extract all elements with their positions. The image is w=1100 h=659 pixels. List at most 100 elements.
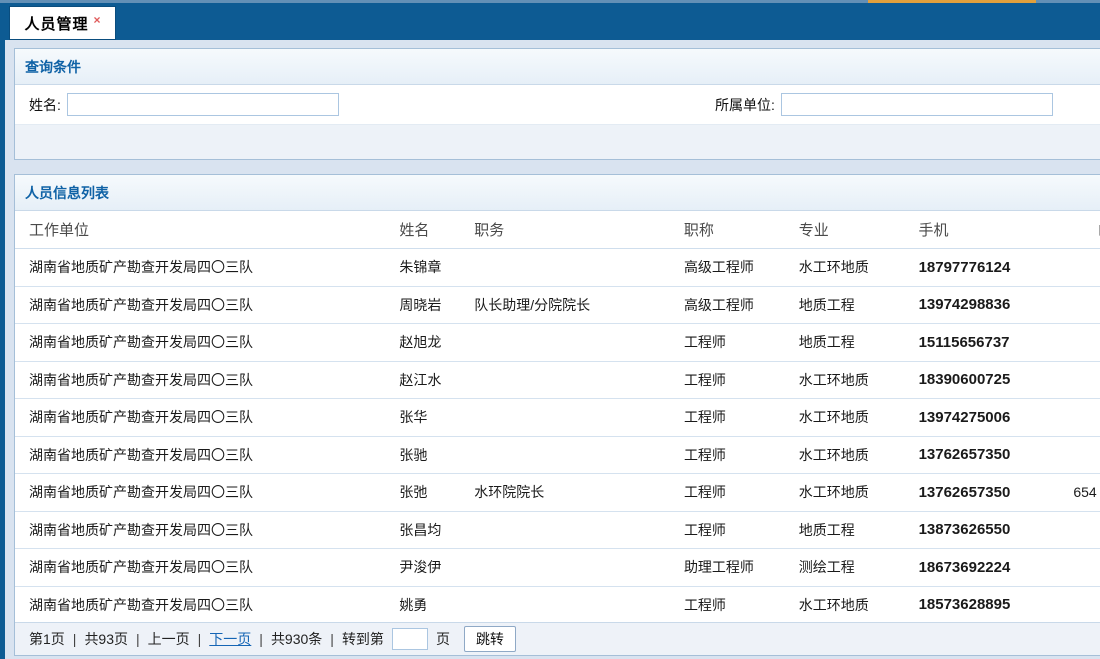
table-header-row: 工作单位姓名职务职称专业手机邮箱 [15,211,1100,249]
cell-phone: 18673692224 [919,559,1074,576]
cell-unit: 湖南省地质矿产勘查开发局四〇三队 [15,520,399,540]
current-page: 第1页 [29,629,65,649]
table-row[interactable]: 湖南省地质矿产勘查开发局四〇三队尹浚伊 助理工程师测绘工程18673692224 [15,549,1100,587]
cell-name: 周晓岩 [399,295,474,315]
cell-major: 地质工程 [799,332,919,352]
personnel-list-panel: 人员信息列表 工作单位姓名职务职称专业手机邮箱 湖南省地质矿产勘查开发局四〇三队… [14,174,1100,656]
tab-bar: 人员管理 × [0,3,1100,40]
name-field: 姓名: [29,85,339,124]
table-row[interactable]: 湖南省地质矿产勘查开发局四〇三队朱锦章高级工程师水工环地质18797776124 [15,249,1100,287]
cell-major: 地质工程 [799,520,919,540]
close-icon[interactable]: × [94,14,101,26]
cell-position: 队长助理/分院院长 [474,295,684,315]
cell-name: 张昌均 [399,520,474,540]
column-header-email: 邮箱 [1073,219,1100,240]
tab-personnel-management[interactable]: 人员管理 × [9,6,116,40]
cell-name: 赵旭龙 [399,332,474,352]
cell-unit: 湖南省地质矿产勘查开发局四〇三队 [15,595,399,615]
cell-name: 姚勇 [399,595,474,615]
cell-title: 助理工程师 [684,557,799,577]
query-panel: 查询条件 姓名: 所属单位: [14,48,1100,160]
column-header-position: 职务 [474,219,684,240]
column-header-title: 职称 [684,219,799,240]
cell-unit: 湖南省地质矿产勘查开发局四〇三队 [15,557,399,577]
cell-name: 赵江水 [399,370,474,390]
top-edge-strip [0,0,1100,3]
goto-suffix: 页 [436,629,450,649]
list-panel-title: 人员信息列表 [25,183,109,203]
unit-label: 所属单位: [715,95,775,115]
separator: | [259,631,263,647]
cell-position: 水环院院长 [474,482,684,502]
unit-field: 所属单位: [715,85,1053,124]
table-row[interactable]: 湖南省地质矿产勘查开发局四〇三队张昌均 工程师地质工程13873626550 [15,512,1100,550]
column-header-major: 专业 [799,219,919,240]
separator: | [198,631,202,647]
cell-unit: 湖南省地质矿产勘查开发局四〇三队 [15,445,399,465]
cell-title: 工程师 [684,520,799,540]
goto-page-input[interactable] [392,628,428,650]
table-row[interactable]: 湖南省地质矿产勘查开发局四〇三队周晓岩队长助理/分院院长高级工程师地质工程139… [15,287,1100,325]
total-pages: 共93页 [84,629,128,649]
cell-name: 张弛 [399,482,474,502]
cell-phone: 18573628895 [919,596,1074,613]
query-form-row: 姓名: 所属单位: [15,85,1100,124]
cell-title: 工程师 [684,482,799,502]
cell-major: 水工环地质 [799,407,919,427]
name-label: 姓名: [29,95,61,115]
cell-title: 工程师 [684,595,799,615]
list-panel-header: 人员信息列表 [15,175,1100,211]
separator: | [330,631,334,647]
cell-phone: 13974298836 [919,296,1074,313]
tab-label: 人员管理 [24,13,88,34]
cell-major: 测绘工程 [799,557,919,577]
table-row[interactable]: 湖南省地质矿产勘查开发局四〇三队赵旭龙工程师地质工程15115656737 [15,324,1100,362]
cell-name: 张华 [399,407,474,427]
cell-phone: 13762657350 [919,446,1074,463]
cell-phone: 13974275006 [919,409,1074,426]
query-panel-title: 查询条件 [25,57,81,77]
cell-phone: 18390600725 [919,371,1074,388]
name-input[interactable] [67,93,339,116]
cell-name: 张驰 [399,445,474,465]
separator: | [73,631,77,647]
cell-major: 地质工程 [799,295,919,315]
goto-prefix: 转到第 [342,629,384,649]
cell-unit: 湖南省地质矿产勘查开发局四〇三队 [15,257,399,277]
cell-unit: 湖南省地质矿产勘查开发局四〇三队 [15,407,399,427]
total-records: 共930条 [271,629,322,649]
pagination-bar: 第1页 | 共93页 | 上一页 | 下一页 | 共930条 | 转到第 页 跳… [15,622,1100,655]
prev-page-button[interactable]: 上一页 [148,629,190,649]
cell-unit: 湖南省地质矿产勘查开发局四〇三队 [15,295,399,315]
table-row[interactable]: 湖南省地质矿产勘查开发局四〇三队赵江水 工程师水工环地质18390600725 [15,362,1100,400]
main-content: 查询条件 姓名: 所属单位: 人员信息列表 工作单位姓名职务职称专业手机邮箱 湖… [0,40,1100,659]
column-header-unit: 工作单位 [15,219,399,240]
cell-major: 水工环地质 [799,595,919,615]
cell-title: 工程师 [684,370,799,390]
cell-name: 尹浚伊 [399,557,474,577]
column-header-phone: 手机 [919,219,1074,240]
cell-email: 654 [1073,484,1100,500]
cell-title: 工程师 [684,407,799,427]
cell-phone: 18797776124 [919,259,1074,276]
cell-unit: 湖南省地质矿产勘查开发局四〇三队 [15,482,399,502]
cell-major: 水工环地质 [799,370,919,390]
cell-phone: 13873626550 [919,521,1074,538]
table-row[interactable]: 湖南省地质矿产勘查开发局四〇三队姚勇 工程师水工环地质18573628895 [15,587,1100,625]
top-edge-highlight [868,0,1036,3]
cell-unit: 湖南省地质矿产勘查开发局四〇三队 [15,332,399,352]
table-row[interactable]: 湖南省地质矿产勘查开发局四〇三队张驰 工程师水工环地质13762657350 [15,437,1100,475]
cell-title: 高级工程师 [684,295,799,315]
goto-button[interactable]: 跳转 [464,626,516,652]
cell-name: 朱锦章 [399,257,474,277]
cell-title: 工程师 [684,445,799,465]
unit-input[interactable] [781,93,1053,116]
table-row[interactable]: 湖南省地质矿产勘查开发局四〇三队张弛水环院院长工程师水工环地质137626573… [15,474,1100,512]
table-body: 湖南省地质矿产勘查开发局四〇三队朱锦章高级工程师水工环地质18797776124… [15,249,1100,624]
query-panel-header: 查询条件 [15,49,1100,85]
table-row[interactable]: 湖南省地质矿产勘查开发局四〇三队张华 工程师水工环地质13974275006 [15,399,1100,437]
cell-major: 水工环地质 [799,445,919,465]
next-page-link[interactable]: 下一页 [209,629,251,649]
cell-unit: 湖南省地质矿产勘查开发局四〇三队 [15,370,399,390]
separator: | [136,631,140,647]
